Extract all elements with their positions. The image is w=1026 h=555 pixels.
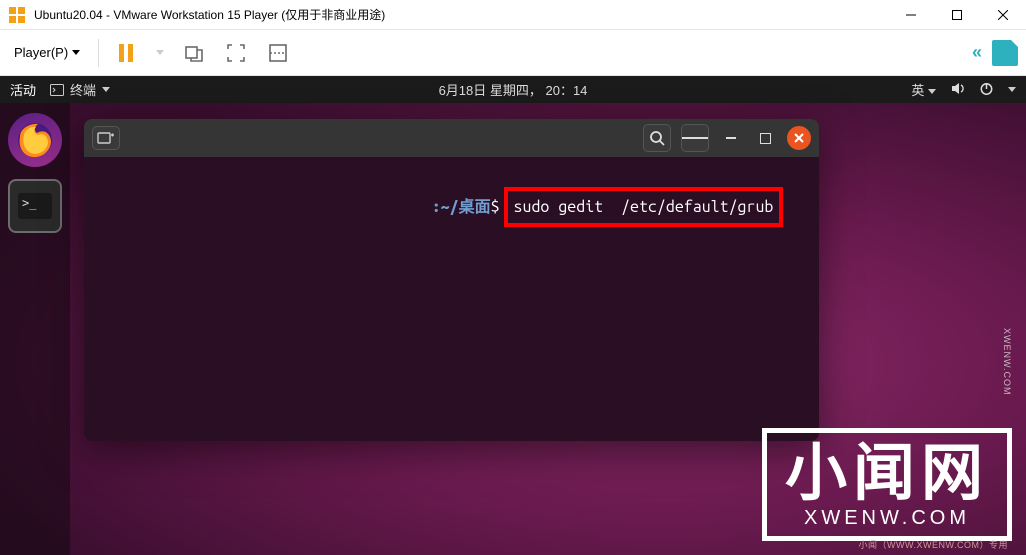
toolbar-separator [98, 39, 99, 67]
fullscreen-button[interactable] [221, 38, 251, 68]
unity-button[interactable] [263, 38, 293, 68]
topbar-app-menu[interactable]: 终端 [50, 80, 110, 99]
pause-button[interactable] [111, 38, 141, 68]
close-button[interactable] [980, 0, 1026, 29]
chevron-down-icon [156, 50, 164, 55]
dock-item-firefox[interactable] [8, 113, 62, 167]
send-ctrl-alt-del-button[interactable] [179, 38, 209, 68]
player-menu-label: Player(P) [14, 45, 68, 60]
pause-dropdown[interactable] [153, 38, 167, 68]
vmware-toolbar: Player(P) « [0, 30, 1026, 76]
terminal-icon [18, 193, 52, 219]
watermark-footer: 小闻（WWW.XWENW.COM）专用 [859, 538, 1008, 551]
vmware-app-icon [8, 6, 26, 24]
minimize-button[interactable] [888, 0, 934, 29]
maximize-button[interactable] [934, 0, 980, 29]
terminal-titlebar[interactable] [84, 119, 819, 157]
ubuntu-desktop: 活动 终端 6月18日 星期四， 20：14 英 [0, 76, 1026, 555]
chevron-down-icon [102, 87, 110, 92]
player-menu[interactable]: Player(P) [8, 41, 86, 64]
chevron-down-icon [928, 89, 936, 94]
new-tab-button[interactable] [92, 126, 120, 150]
window-close-button[interactable] [787, 126, 811, 150]
ubuntu-dock [0, 103, 70, 555]
chevron-down-icon [72, 50, 80, 55]
cycle-icon[interactable]: « [972, 42, 982, 63]
topbar-app-name: 终端 [70, 80, 96, 99]
watermark-en: XWENW.COM [785, 507, 989, 530]
power-icon[interactable] [979, 81, 994, 99]
window-minimize-button[interactable] [719, 126, 743, 150]
highlighted-command: sudo gedit /etc/default/grub [504, 187, 784, 227]
volume-icon[interactable] [950, 81, 965, 99]
firefox-icon [14, 119, 56, 161]
input-source[interactable]: 英 [911, 80, 936, 99]
watermark-cn: 小闻网 [785, 443, 989, 505]
chevron-down-icon[interactable] [1008, 87, 1016, 92]
search-button[interactable] [643, 124, 671, 152]
watermark-box: 小闻网 XWENW.COM [762, 428, 1012, 541]
command-text: sudo gedit /etc/default/grub [514, 198, 774, 216]
topbar-datetime[interactable]: 6月18日 星期四， 20：14 [439, 80, 588, 99]
terminal-window: :~/桌面$ sudo gedit /etc/default/grub [84, 119, 819, 441]
gnome-topbar: 活动 终端 6月18日 星期四， 20：14 英 [0, 76, 1026, 103]
hamburger-menu-button[interactable] [681, 124, 709, 152]
host-window-title: Ubuntu20.04 - VMware Workstation 15 Play… [34, 6, 888, 23]
dock-item-terminal[interactable] [8, 179, 62, 233]
prompt-path: :~/桌面 [432, 198, 491, 216]
prompt-dollar: $ [491, 198, 500, 216]
host-window-titlebar: Ubuntu20.04 - VMware Workstation 15 Play… [0, 0, 1026, 30]
watermark-side: XWENW.COM [1002, 328, 1012, 396]
note-icon[interactable] [992, 40, 1018, 66]
activities-button[interactable]: 活动 [10, 80, 36, 99]
window-maximize-button[interactable] [753, 126, 777, 150]
terminal-icon [50, 83, 64, 97]
